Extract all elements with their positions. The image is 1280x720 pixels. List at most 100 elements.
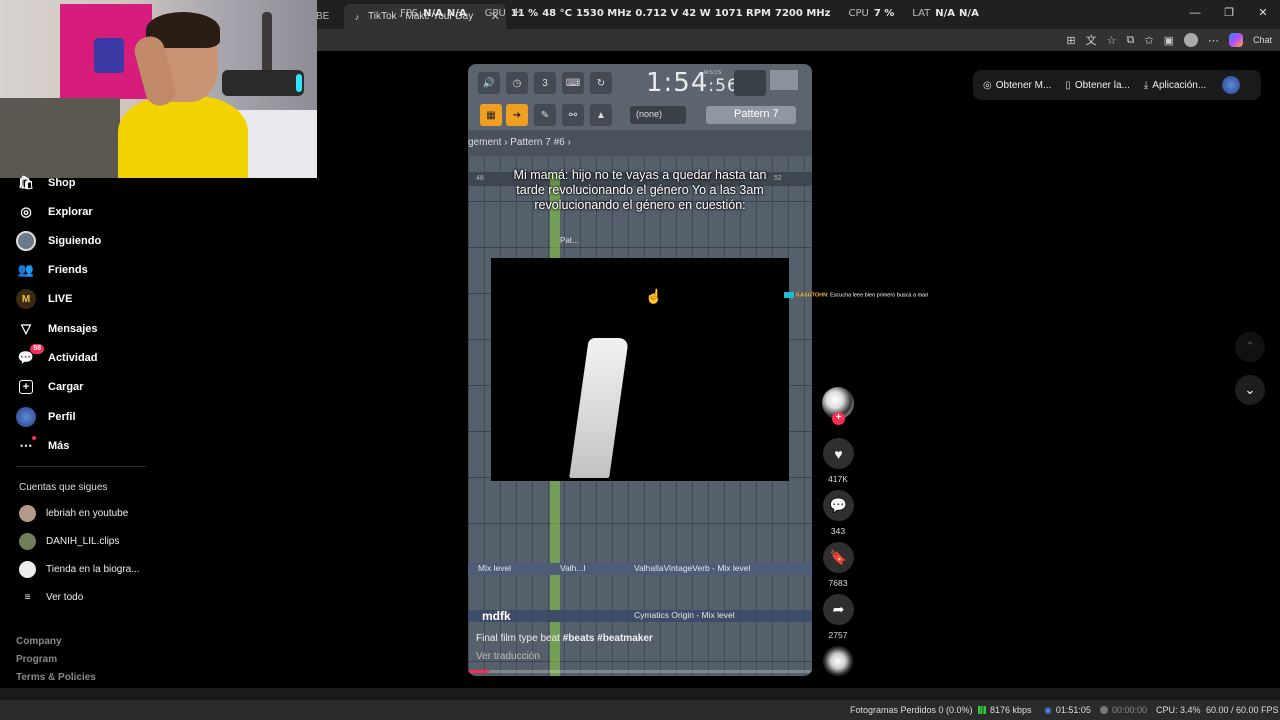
chat-label[interactable]: Chat: [1253, 35, 1272, 45]
metronome-icon: ◷: [506, 72, 528, 94]
fl-studio-toolbar: 🔊 ◷ 3 ⌨ ↻ 1:54:56 M:S:CS ▦ ➔ ✎ ⚯ ▲ (none…: [468, 64, 812, 130]
browser-profile-avatar[interactable]: [1183, 33, 1198, 47]
typing-keyboard-icon: ⌨: [562, 72, 584, 94]
apps-icon[interactable]: ⊞: [1066, 34, 1075, 47]
time-format-label: M:S:CS: [704, 70, 722, 76]
speaker-icon: 🔊: [478, 72, 500, 94]
activity-badge: 58: [30, 344, 44, 354]
window-controls: — ❐ ✕: [1178, 0, 1280, 29]
list-icon: ≡: [24, 592, 31, 603]
get-coins-label: Obtener M...: [995, 79, 1052, 91]
follow-button[interactable]: +: [832, 412, 845, 425]
footer-company[interactable]: Company: [16, 636, 62, 647]
close-window-icon[interactable]: ✕: [1246, 0, 1280, 29]
browser-tab-previous[interactable]: BE: [316, 4, 340, 29]
following-account[interactable]: DANIH_LIL.clips: [19, 533, 119, 550]
friends-icon: 👥: [17, 262, 35, 277]
webcam-overlay: [0, 0, 317, 178]
automation-clip-row: Mix level Valh...l ValhallaVintageVerb -…: [468, 563, 812, 575]
sidebar-item-label: Perfil: [48, 411, 76, 423]
following-account[interactable]: lebriah en youtube: [19, 505, 128, 522]
favorites-icon[interactable]: ✩: [1144, 34, 1153, 47]
snap-select: (none): [630, 106, 686, 124]
cpu-usage: CPU: 3.4%: [1156, 705, 1201, 715]
comment-button[interactable]: 💬: [823, 490, 854, 521]
video-description: Final film type beat #beats #beatmaker: [476, 633, 653, 644]
sidebar-item-friends[interactable]: 👥 Friends: [16, 260, 88, 280]
playlist-icon: ▦: [480, 104, 502, 126]
video-progress-fill: [468, 670, 489, 673]
pattern-select: Pattern 7: [706, 106, 796, 124]
header-actions: ◎ Obtener M... ▯ Obtener la... ⤓ Aplicación…: [973, 70, 1261, 100]
sidebar-item-shop[interactable]: 🛍 Shop: [16, 173, 76, 193]
sidebar-item-explorar[interactable]: ◎ Explorar: [16, 202, 92, 222]
desktop-app-button[interactable]: ⤓ Aplicación...: [1144, 80, 1206, 91]
sidebar-item-siguiendo[interactable]: Siguiendo: [16, 231, 101, 251]
avatar: [19, 505, 36, 522]
see-all-link[interactable]: ≡ Ver todo: [19, 592, 84, 603]
save-count: 7683: [828, 578, 848, 588]
share-arrow-icon: ➦: [832, 601, 845, 617]
sidebar-item-cargar[interactable]: + Cargar: [16, 377, 83, 397]
pattern-clip-label: Pat...: [560, 236, 579, 245]
see-translation-link[interactable]: Ver traducción: [476, 651, 540, 662]
share-button[interactable]: ➦: [823, 594, 854, 625]
comment-icon: 💬: [829, 497, 848, 513]
send-icon: ▽: [21, 321, 31, 336]
sidebar-item-actividad[interactable]: 💬 58 Actividad: [16, 344, 98, 368]
collections-icon[interactable]: ▣: [1164, 34, 1174, 47]
next-video-button[interactable]: ⌄: [1235, 375, 1265, 405]
minimize-icon[interactable]: —: [1178, 0, 1212, 29]
favorite-star-icon[interactable]: ☆: [1107, 34, 1117, 47]
restore-icon[interactable]: ❐: [1212, 0, 1246, 29]
hashtags[interactable]: #beats #beatmaker: [563, 633, 653, 644]
cpu-stat: CPU 7 %: [848, 8, 895, 19]
latency-stat: LAT N/A N/A: [912, 8, 979, 19]
video-player[interactable]: 🔊 ◷ 3 ⌨ ↻ 1:54:56 M:S:CS ▦ ➔ ✎ ⚯ ▲ (none…: [468, 64, 812, 676]
cpu-monitor: [770, 70, 798, 90]
save-button[interactable]: 🔖: [823, 542, 854, 573]
following-account[interactable]: Tienda en la biogra...: [19, 561, 140, 578]
bitrate: 8176 kbps: [978, 705, 1032, 715]
desktop-app-label: Aplicación...: [1152, 79, 1207, 91]
music-disc-icon[interactable]: [823, 646, 853, 676]
sidebar-item-mas[interactable]: ⋯ Más: [16, 436, 69, 456]
like-count: 417K: [828, 474, 848, 484]
sidebar-item-perfil[interactable]: Perfil: [16, 407, 76, 427]
extensions-icon[interactable]: ⧉: [1127, 34, 1135, 47]
like-button[interactable]: ♥: [823, 438, 854, 469]
sidebar-item-label: Más: [48, 440, 70, 452]
copilot-icon[interactable]: [1228, 33, 1243, 47]
sidebar-item-label: Friends: [48, 264, 88, 276]
comment-count: 343: [830, 526, 846, 536]
sidebar-item-label: Actividad: [48, 352, 98, 364]
sidebar-item-label: Mensajes: [48, 323, 98, 335]
sidebar-item-label: Siguiendo: [48, 235, 102, 247]
avatar: [19, 533, 36, 550]
get-app-button[interactable]: ▯ Obtener la...: [1065, 80, 1130, 91]
user-avatar[interactable]: [1222, 76, 1241, 94]
song-position: 1:54:56: [646, 68, 739, 98]
activity-icon: 💬 58: [16, 344, 44, 368]
shop-icon: 🛍: [17, 175, 35, 190]
footer-terms[interactable]: Terms & Policies: [16, 672, 96, 683]
phone-icon: ▯: [1065, 79, 1071, 91]
footer-program[interactable]: Program: [16, 654, 57, 665]
sidebar-item-label: Cargar: [48, 381, 84, 393]
taskbar-strip: [0, 688, 1280, 700]
video-author-handle[interactable]: mdfk: [482, 609, 511, 623]
get-coins-button[interactable]: ◎ Obtener M...: [983, 80, 1051, 91]
more-icon: ⋯: [16, 436, 36, 456]
rec-time: 00:00:00: [1100, 705, 1147, 715]
settings-more-icon[interactable]: ⋯: [1208, 34, 1219, 47]
translate-icon[interactable]: 文: [1086, 32, 1097, 48]
sidebar-item-mensajes[interactable]: ▽ Mensajes: [16, 319, 98, 339]
sidebar-item-live[interactable]: M LIVE: [16, 289, 72, 309]
video-progress-bar[interactable]: [468, 670, 812, 673]
record-icon: [1100, 706, 1108, 714]
stream-chat-message: KASUTOHN: Escucha leee bien primero busc…: [784, 292, 928, 298]
previous-video-button[interactable]: ⌃: [1235, 332, 1265, 362]
link-icon: ⚯: [562, 104, 584, 126]
divider: [16, 466, 146, 467]
embedded-video-frame: [491, 258, 789, 481]
